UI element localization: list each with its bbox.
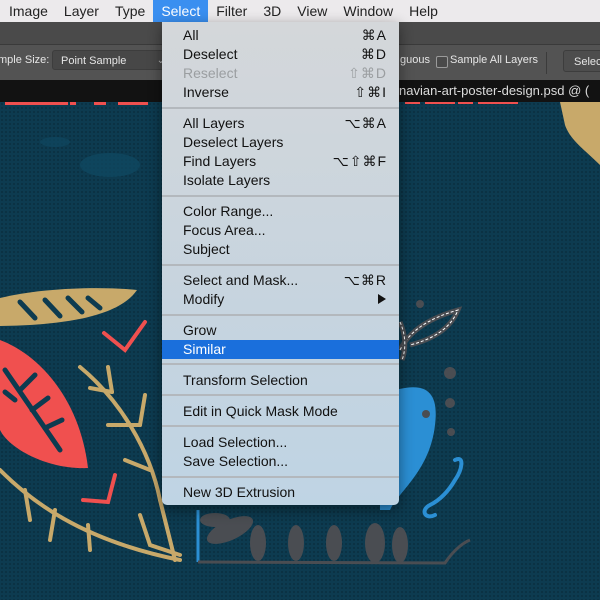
menu-item-load-selection[interactable]: Load Selection...	[162, 433, 399, 452]
title-fragment	[70, 102, 76, 105]
menu-item-label: Edit in Quick Mask Mode	[183, 403, 338, 419]
menu-item-shortcut: ⌘D	[360, 46, 387, 62]
coral-sprig	[81, 473, 117, 505]
menu-item-label: Isolate Layers	[183, 172, 271, 188]
sample-size-label: mple Size:	[0, 54, 50, 66]
select-menu-dropdown: All ⌘A Deselect ⌘D Reselect ⇧⌘D Inverse …	[162, 22, 399, 505]
submenu-arrow-icon	[378, 294, 386, 304]
menu-item-modify[interactable]: Modify	[162, 290, 399, 309]
title-fragment	[458, 102, 473, 104]
menu-type[interactable]: Type	[107, 0, 153, 22]
menu-item-deselect-layers[interactable]: Deselect Layers	[162, 133, 399, 152]
grey-dot	[444, 367, 456, 379]
menu-item-shortcut: ⌥⌘R	[343, 272, 387, 288]
menu-layer[interactable]: Layer	[56, 0, 107, 22]
title-fragment	[425, 102, 455, 104]
title-fragment	[405, 102, 420, 104]
menu-item-label: Focus Area...	[183, 222, 266, 238]
menu-item-label: Save Selection...	[183, 453, 289, 469]
menu-item-deselect[interactable]: Deselect ⌘D	[162, 45, 399, 64]
menu-item-similar[interactable]: Similar	[162, 340, 399, 359]
menu-item-shortcut: ⇧⌘D	[348, 65, 387, 81]
menu-separator	[162, 314, 399, 316]
menu-separator	[162, 394, 399, 396]
contiguous-label: guous	[400, 54, 430, 66]
menu-separator	[162, 195, 399, 197]
menu-item-label: Inverse	[183, 84, 229, 100]
menu-item-label: Deselect	[183, 46, 238, 62]
menu-item-label: Transform Selection	[183, 372, 308, 388]
menu-item-label: Grow	[183, 322, 217, 338]
menu-item-label: Color Range...	[183, 203, 274, 219]
menu-item-inverse[interactable]: Inverse ⇧⌘I	[162, 83, 399, 102]
menu-item-reselect: Reselect ⇧⌘D	[162, 64, 399, 83]
menu-item-label: All Layers	[183, 115, 245, 131]
options-divider	[546, 52, 547, 74]
menu-item-grow[interactable]: Grow	[162, 321, 399, 340]
menu-item-label: New 3D Extrusion	[183, 484, 296, 500]
menu-item-shortcut: ⌥⇧⌘F	[332, 153, 387, 169]
menu-window[interactable]: Window	[335, 0, 401, 22]
menu-item-all-layers[interactable]: All Layers ⌥⌘A	[162, 114, 399, 133]
grey-dot	[416, 300, 424, 308]
menu-separator	[162, 476, 399, 478]
menu-item-label: Select and Mask...	[183, 272, 299, 288]
texture-spot	[40, 137, 70, 147]
menu-item-transform-selection[interactable]: Transform Selection	[162, 371, 399, 390]
menu-item-label: Deselect Layers	[183, 134, 284, 150]
title-fragment	[94, 102, 106, 105]
menu-help[interactable]: Help	[401, 0, 446, 22]
menu-separator	[162, 264, 399, 266]
grey-leaves	[200, 513, 408, 563]
selected-sprig	[397, 306, 463, 352]
document-tab[interactable]: navian-art-poster-design.psd @ (	[399, 83, 589, 98]
menu-bar: Image Layer Type Select Filter 3D View W…	[0, 0, 600, 22]
sample-all-layers-label: Sample All Layers	[450, 54, 539, 66]
gold-shape	[560, 102, 600, 165]
sample-size-value: Point Sample	[61, 55, 127, 67]
menu-item-label: All	[183, 27, 199, 43]
gold-leaf	[0, 288, 137, 326]
menu-item-label: Find Layers	[183, 153, 257, 169]
menu-item-shortcut: ⌘A	[361, 27, 387, 43]
menu-item-new-3d-extrusion[interactable]: New 3D Extrusion	[162, 483, 399, 502]
menu-item-subject[interactable]: Subject	[162, 240, 399, 259]
menu-item-label: Subject	[183, 241, 230, 257]
select-subject-button[interactable]: Selec	[563, 50, 600, 72]
menu-item-save-selection[interactable]: Save Selection...	[162, 452, 399, 471]
blue-swirl	[422, 457, 464, 519]
grey-dot	[445, 398, 455, 408]
menu-item-select-and-mask[interactable]: Select and Mask... ⌥⌘R	[162, 271, 399, 290]
title-fragment	[478, 102, 518, 104]
texture-spot	[80, 153, 140, 177]
grey-dot	[447, 428, 455, 436]
menu-item-edit-quick-mask[interactable]: Edit in Quick Mask Mode	[162, 402, 399, 421]
menu-item-label: Similar	[183, 341, 226, 357]
menu-separator	[162, 425, 399, 427]
menu-separator	[162, 107, 399, 109]
menu-item-shortcut: ⌥⌘A	[344, 115, 387, 131]
menu-item-isolate-layers[interactable]: Isolate Layers	[162, 171, 399, 190]
sample-all-layers-checkbox[interactable]	[436, 56, 448, 68]
sample-size-select[interactable]: Point Sample ⌄	[52, 50, 172, 70]
menu-item-color-range[interactable]: Color Range...	[162, 202, 399, 221]
menu-item-shortcut: ⇧⌘I	[354, 84, 387, 100]
grey-dot	[422, 410, 430, 418]
menu-image[interactable]: Image	[0, 0, 56, 22]
menu-item-all[interactable]: All ⌘A	[162, 26, 399, 45]
title-fragment	[118, 102, 148, 105]
menu-item-find-layers[interactable]: Find Layers ⌥⇧⌘F	[162, 152, 399, 171]
marching-ants	[399, 309, 459, 351]
coral-sprig	[102, 320, 147, 353]
menu-item-label: Modify	[183, 291, 225, 307]
menu-select[interactable]: Select	[153, 0, 209, 22]
menu-item-label: Load Selection...	[183, 434, 288, 450]
menu-item-focus-area[interactable]: Focus Area...	[162, 221, 399, 240]
title-fragment	[42, 102, 68, 105]
menu-filter[interactable]: Filter	[208, 0, 255, 22]
menu-item-label: Reselect	[183, 65, 238, 81]
menu-view[interactable]: View	[289, 0, 335, 22]
menu-separator	[162, 363, 399, 365]
menu-3d[interactable]: 3D	[255, 0, 289, 22]
